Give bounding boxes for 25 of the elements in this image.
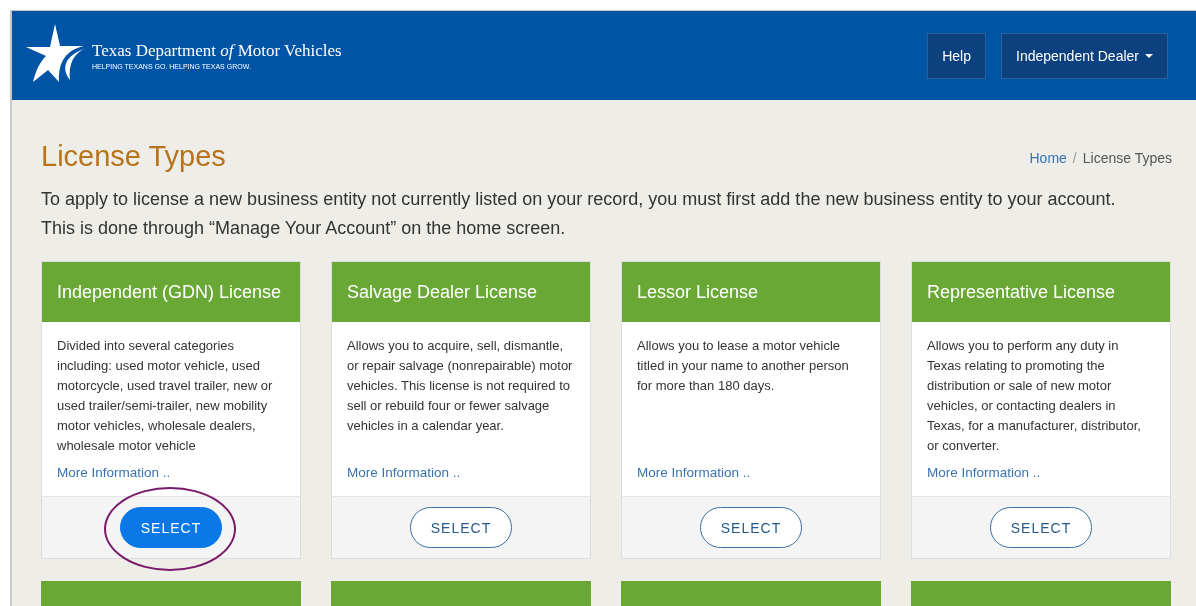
intro-text: To apply to license a new business entity not currently listed on your record, you must first add the new business entity to your account. This is done through “Manage Your Account” on the home screen.	[41, 188, 1117, 240]
more-information-link[interactable]: More Information ..	[927, 465, 1155, 480]
account-menu-button[interactable]: Independent Dealer	[1001, 32, 1168, 79]
breadcrumb-current: License Types	[1082, 149, 1172, 166]
card-title: Independent (GDN) License	[42, 262, 300, 322]
help-button[interactable]: Help	[927, 32, 986, 79]
page-title: License Types	[41, 140, 226, 173]
card-title: Salvage Dealer License	[332, 262, 590, 322]
card-title: Representative License	[912, 262, 1170, 322]
caret-icon	[1145, 53, 1153, 58]
select-button[interactable]: SELECT	[120, 507, 222, 548]
more-information-link[interactable]: More Information ..	[637, 465, 865, 480]
select-button[interactable]: SELECT	[990, 507, 1092, 548]
agency-name: Texas Department of Motor Vehicles	[92, 41, 342, 61]
breadcrumb-separator: /	[1072, 149, 1077, 166]
more-information-link[interactable]: More Information ..	[57, 465, 285, 480]
card-description: Allows you to lease a motor vehicle titled in your name to another person for more than 180 days.	[637, 337, 850, 395]
more-information-link[interactable]: More Information ..	[347, 465, 575, 480]
card-description: Divided into several categories including: used motor vehicle, used motorcycle, used travel trailer, new or used trailer/semi-trailer, new mobility motor vehicles, wholesale dealers, wholesale motor vehicle	[57, 337, 274, 455]
card-title: Lessor License	[622, 262, 880, 322]
card-description: Allows you to acquire, sell, dismantle, or repair salvage (nonrepairable) motor vehicles. This license is not required to sell or rebuild four or fewer salvage vehicles in a calendar year.	[347, 337, 574, 435]
select-button[interactable]: SELECT	[700, 507, 802, 548]
card-description: Allows you to perform any duty in Texas relating to promoting the distribution or sale of new motor vehicles, or contacting dealers in Texas, for a manufacturer, distributor, or converter.	[927, 337, 1142, 455]
breadcrumb-link[interactable]: Home	[1029, 149, 1067, 166]
select-button[interactable]: SELECT	[410, 507, 512, 548]
